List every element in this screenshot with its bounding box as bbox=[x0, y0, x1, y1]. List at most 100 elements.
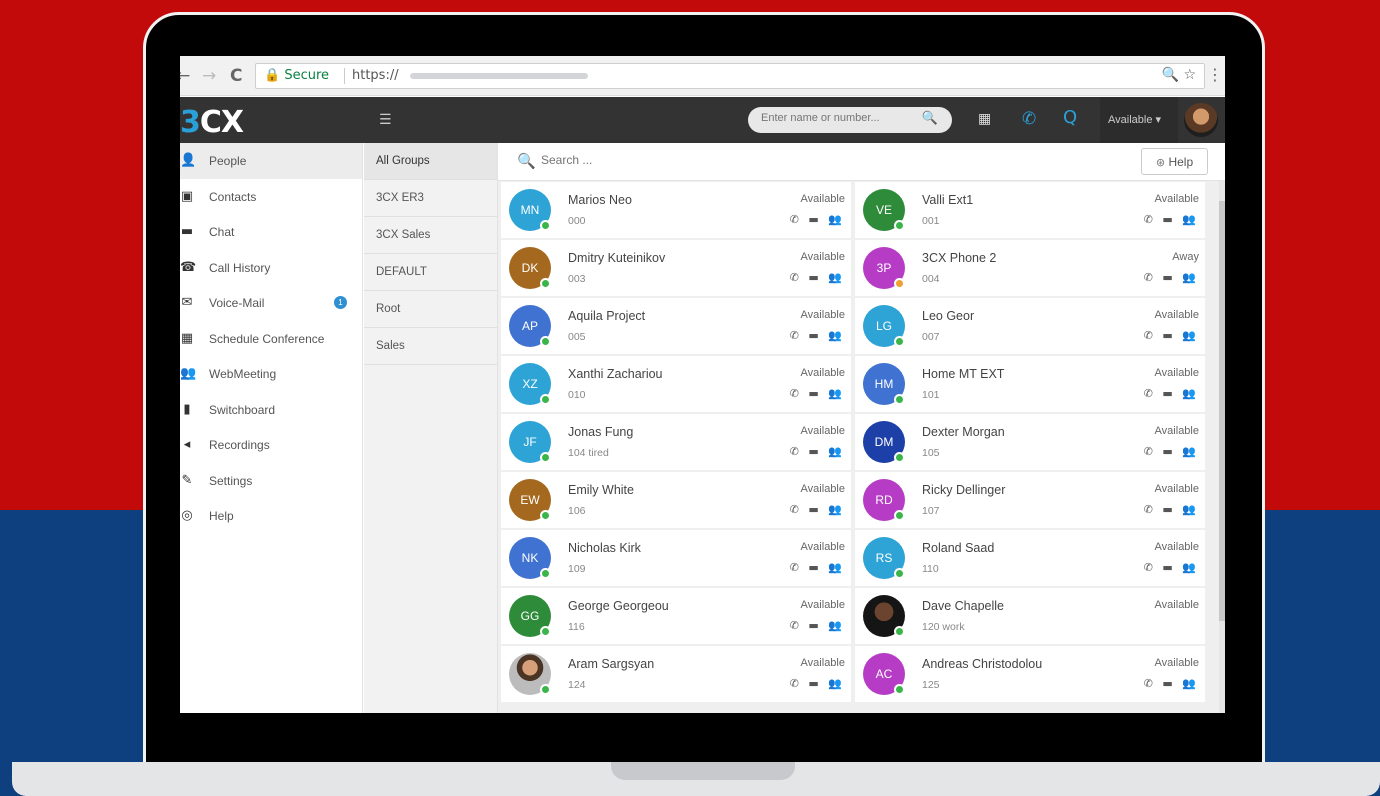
call-chat-conference-icon[interactable]: ✆ ▬ 👥 bbox=[790, 503, 845, 516]
number-search[interactable]: 🔍 bbox=[748, 107, 952, 133]
group-item[interactable]: DEFAULT bbox=[364, 254, 497, 291]
sidebar-item-call-history[interactable]: ☎ Call History bbox=[180, 250, 362, 286]
contact-name: George Georgeou bbox=[568, 599, 669, 613]
call-chat-conference-icon[interactable]: ✆ ▬ 👥 bbox=[790, 271, 845, 284]
group-item[interactable]: Sales bbox=[364, 328, 497, 365]
contact-extension: 116 bbox=[568, 621, 585, 633]
number-search-input[interactable] bbox=[761, 112, 911, 124]
queue-icon[interactable]: Q bbox=[1063, 107, 1077, 128]
user-avatar[interactable] bbox=[1184, 103, 1218, 137]
contact-extension: 109 bbox=[568, 563, 586, 575]
call-chat-conference-icon[interactable]: ✆ ▬ 👥 bbox=[1144, 503, 1199, 516]
contact-card[interactable]: EW Emily White 106 Available ✆ ▬ 👥 bbox=[501, 472, 851, 528]
people-search-input[interactable] bbox=[541, 153, 841, 167]
group-item[interactable]: 3CX Sales bbox=[364, 217, 497, 254]
contact-card[interactable]: DM Dexter Morgan 105 Available ✆ ▬ 👥 bbox=[855, 414, 1205, 470]
group-item[interactable]: 3CX ER3 bbox=[364, 180, 497, 217]
group-item[interactable]: Root bbox=[364, 291, 497, 328]
contact-extension: 104 tired bbox=[568, 447, 609, 459]
sidebar-item-contacts[interactable]: ▣ Contacts bbox=[180, 179, 362, 215]
sidebar-item-voice-mail[interactable]: ✉ Voice-Mail 1 bbox=[180, 285, 362, 321]
laptop-notch bbox=[611, 762, 795, 780]
sidebar-item-help[interactable]: ◎ Help bbox=[180, 498, 362, 534]
contact-card[interactable]: Dave Chapelle 120 work Available bbox=[855, 588, 1205, 644]
contact-card[interactable]: 3P 3CX Phone 2 004 Away ✆ ▬ 👥 bbox=[855, 240, 1205, 296]
contact-card[interactable]: VE Valli Ext1 001 Available ✆ ▬ 👥 bbox=[855, 182, 1205, 238]
contact-card[interactable]: DK Dmitry Kuteinikov 003 Available ✆ ▬ 👥 bbox=[501, 240, 851, 296]
call-chat-conference-icon[interactable]: ✆ ▬ 👥 bbox=[1144, 387, 1199, 400]
presence-dot bbox=[540, 568, 551, 579]
contact-card[interactable]: RD Ricky Dellinger 107 Available ✆ ▬ 👥 bbox=[855, 472, 1205, 528]
forward-icon[interactable]: → bbox=[202, 66, 216, 86]
status-dropdown[interactable]: Available ▾ bbox=[1100, 97, 1178, 143]
sidebar-item-switchboard[interactable]: ▮ Switchboard bbox=[180, 392, 362, 428]
search-icon[interactable]: 🔍 bbox=[922, 111, 938, 126]
call-chat-conference-icon[interactable]: ✆ ▬ 👥 bbox=[790, 213, 845, 226]
call-chat-conference-icon[interactable]: ✆ ▬ 👥 bbox=[1144, 213, 1199, 226]
sidebar-item-label: Contacts bbox=[209, 189, 257, 204]
contact-extension: 125 bbox=[922, 679, 940, 691]
contact-extension: 000 bbox=[568, 215, 586, 227]
contact-name: 3CX Phone 2 bbox=[922, 251, 997, 265]
contact-card[interactable]: MN Marios Neo 000 Available ✆ ▬ 👥 bbox=[501, 182, 851, 238]
calendar-icon: ▦ bbox=[180, 330, 194, 346]
call-chat-conference-icon[interactable]: ✆ ▬ 👥 bbox=[790, 445, 845, 458]
sidebar: 👤 People ▣ Contacts ▬ Chat ☎ Call History ✉ Voice… bbox=[180, 143, 363, 713]
presence-dot bbox=[540, 452, 551, 463]
call-chat-conference-icon[interactable]: ✆ ▬ 👥 bbox=[790, 329, 845, 342]
contact-card[interactable]: GG George Georgeou 116 Available ✆ ▬ 👥 bbox=[501, 588, 851, 644]
secure-label: 🔒 Secure bbox=[264, 68, 330, 83]
status-label: Available bbox=[800, 367, 845, 379]
call-chat-conference-icon[interactable]: ✆ ▬ 👥 bbox=[790, 387, 845, 400]
reload-icon[interactable]: C bbox=[230, 66, 242, 86]
contact-extension: 005 bbox=[568, 331, 586, 343]
sidebar-item-settings[interactable]: ✎ Settings bbox=[180, 463, 362, 499]
status-label: Available bbox=[800, 309, 845, 321]
scrollbar[interactable] bbox=[1219, 181, 1225, 713]
divider bbox=[344, 68, 345, 84]
people-search-row: 🔍 ⊛ Help bbox=[498, 143, 1225, 181]
sidebar-item-people[interactable]: 👤 People bbox=[180, 143, 362, 179]
contact-extension: 120 work bbox=[922, 621, 965, 633]
sidebar-item-chat[interactable]: ▬ Chat bbox=[180, 214, 362, 250]
contact-card[interactable]: JF Jonas Fung 104 tired Available ✆ ▬ 👥 bbox=[501, 414, 851, 470]
status-label: Available bbox=[1154, 657, 1199, 669]
browser-menu-icon[interactable]: ⋮ bbox=[1207, 65, 1223, 84]
contact-card[interactable]: HM Home MT EXT 101 Available ✆ ▬ 👥 bbox=[855, 356, 1205, 412]
contact-extension: 007 bbox=[922, 331, 940, 343]
scrollbar-thumb[interactable] bbox=[1219, 201, 1225, 621]
dialpad-icon[interactable]: ▦ bbox=[978, 111, 991, 127]
zoom-star-icon[interactable]: 🔍 ☆ bbox=[1162, 67, 1196, 83]
call-chat-conference-icon[interactable]: ✆ ▬ 👥 bbox=[1144, 677, 1199, 690]
address-bar[interactable]: 🔒 Secure https:// 🔍 ☆ bbox=[255, 63, 1205, 89]
call-chat-conference-icon[interactable]: ✆ ▬ 👥 bbox=[1144, 561, 1199, 574]
call-chat-conference-icon[interactable]: ✆ ▬ 👥 bbox=[790, 677, 845, 690]
sidebar-item-recordings[interactable]: ◂ Recordings bbox=[180, 427, 362, 463]
contact-card[interactable]: AP Aquila Project 005 Available ✆ ▬ 👥 bbox=[501, 298, 851, 354]
contact-name: Valli Ext1 bbox=[922, 193, 974, 207]
sidebar-item-label: Chat bbox=[209, 225, 235, 239]
back-icon[interactable]: ← bbox=[180, 66, 190, 86]
status-label: Available bbox=[800, 599, 845, 611]
sidebar-item-webmeeting[interactable]: 👥 WebMeeting bbox=[180, 356, 362, 392]
contact-card[interactable]: AC Andreas Christodolou 125 Available ✆ ▬ 👥 bbox=[855, 646, 1205, 702]
contact-name: Dexter Morgan bbox=[922, 425, 1005, 439]
group-item[interactable]: All Groups bbox=[364, 143, 497, 180]
call-chat-conference-icon[interactable]: ✆ ▬ 👥 bbox=[1144, 271, 1199, 284]
call-chat-conference-icon[interactable]: ✆ ▬ 👥 bbox=[790, 561, 845, 574]
contact-card[interactable]: Aram Sargsyan 124 Available ✆ ▬ 👥 bbox=[501, 646, 851, 702]
call-chat-conference-icon[interactable]: ✆ ▬ 👥 bbox=[1144, 329, 1199, 342]
contact-card[interactable]: RS Roland Saad 110 Available ✆ ▬ 👥 bbox=[855, 530, 1205, 586]
help-button[interactable]: ⊛ Help bbox=[1141, 148, 1208, 175]
help-icon: ◎ bbox=[181, 508, 193, 523]
contact-card[interactable]: NK Nicholas Kirk 109 Available ✆ ▬ 👥 bbox=[501, 530, 851, 586]
phone-icon[interactable]: ✆ bbox=[1022, 109, 1036, 129]
call-chat-conference-icon[interactable]: ✆ ▬ 👥 bbox=[790, 619, 845, 632]
menu-icon[interactable]: ☰ bbox=[379, 112, 392, 128]
call-chat-conference-icon[interactable]: ✆ ▬ 👥 bbox=[1144, 445, 1199, 458]
contact-extension: 001 bbox=[922, 215, 940, 227]
contact-card[interactable]: LG Leo Geor 007 Available ✆ ▬ 👥 bbox=[855, 298, 1205, 354]
sidebar-item-schedule-conference[interactable]: ▦ Schedule Conference bbox=[180, 321, 362, 357]
contact-extension: 004 bbox=[922, 273, 940, 285]
contact-card[interactable]: XZ Xanthi Zachariou 010 Available ✆ ▬ 👥 bbox=[501, 356, 851, 412]
